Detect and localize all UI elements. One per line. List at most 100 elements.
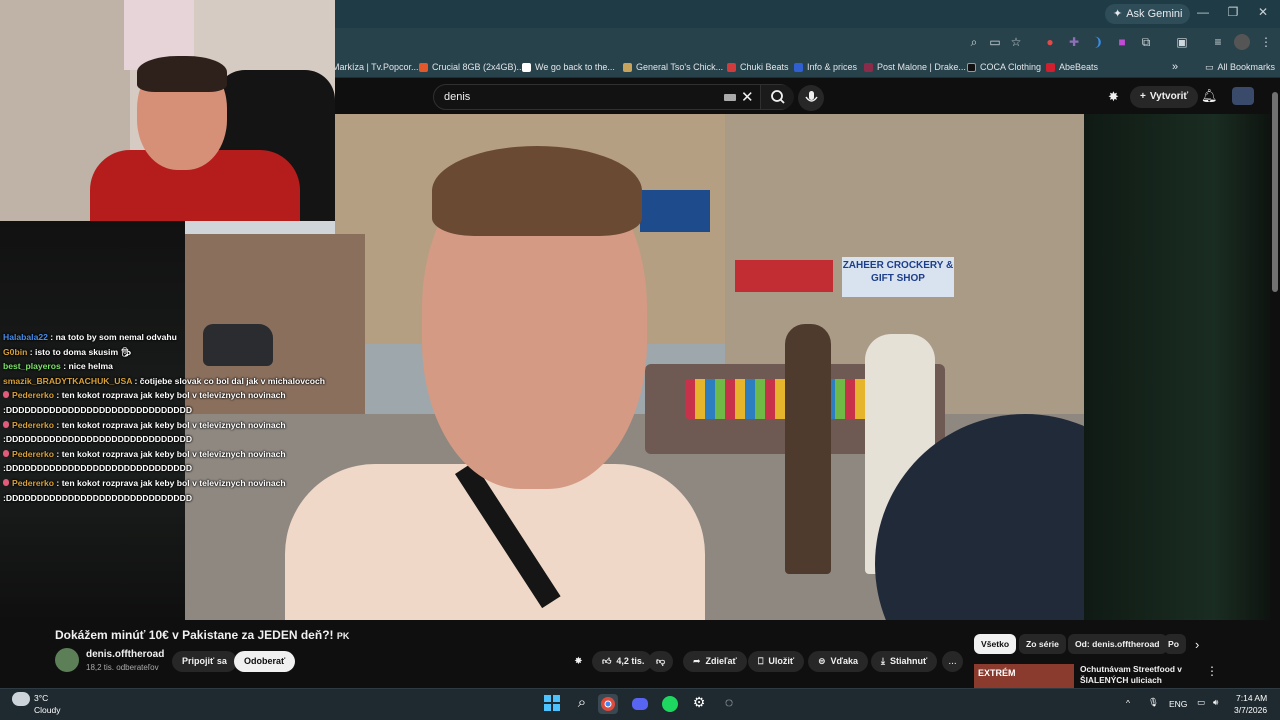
gemini-sparkle-icon[interactable]: ✸ bbox=[1108, 90, 1122, 104]
clock-date[interactable]: 3/7/2026 bbox=[1234, 705, 1267, 715]
scroll-thumb[interactable] bbox=[1272, 92, 1278, 292]
bookmark-item[interactable]: COCA Clothing bbox=[967, 59, 1041, 75]
search-input[interactable] bbox=[444, 85, 714, 109]
subscribe-button[interactable]: Odoberať bbox=[234, 651, 296, 672]
bookmark-item[interactable]: Info & prices bbox=[794, 59, 857, 75]
microphone-tray-icon[interactable]: 🎙︎ bbox=[1148, 697, 1159, 708]
channel-name[interactable]: denis.offtheroad bbox=[86, 649, 164, 660]
weather-temperature[interactable]: 3°C bbox=[34, 693, 48, 703]
recommendation-thumbnail[interactable]: EXTRÉM bbox=[974, 664, 1074, 688]
bookmark-item[interactable]: Markíza | Tv.Popcor... bbox=[332, 59, 419, 75]
chat-message: Halabala22 : na toto by som nemal odvahu bbox=[3, 332, 177, 342]
app-icon[interactable]: ◌ bbox=[719, 694, 739, 714]
share-button[interactable]: ➦ Zdieľať bbox=[683, 651, 747, 672]
chat-text: isto to doma skusim bbox=[35, 346, 119, 357]
share-icon: ➦ bbox=[693, 656, 701, 666]
video-frame bbox=[432, 146, 642, 236]
bookmark-favicon-icon bbox=[1046, 62, 1055, 72]
chip-series[interactable]: Zo série bbox=[1019, 634, 1066, 654]
page-scrollbar[interactable] bbox=[1270, 78, 1280, 686]
bookmark-favicon-icon bbox=[623, 62, 632, 72]
folder-icon: ▭ bbox=[1205, 62, 1214, 72]
zoom-icon[interactable]: ⌕ bbox=[966, 34, 982, 50]
chip-from-channel[interactable]: Od: denis.offtheroad bbox=[1068, 634, 1167, 654]
tray-overflow-icon[interactable]: ^ bbox=[1126, 698, 1130, 708]
emote-icon: 🕵︎ bbox=[120, 346, 132, 357]
save-button[interactable]: ⎕ Uložiť bbox=[748, 651, 805, 672]
minimize-icon[interactable]: — bbox=[1188, 5, 1218, 19]
chat-username: Halabala22 bbox=[3, 332, 48, 342]
bookmark-item[interactable]: Chuki Beats bbox=[727, 59, 789, 75]
voice-search-button[interactable] bbox=[798, 85, 824, 111]
join-button[interactable]: Pripojiť sa bbox=[172, 651, 237, 672]
create-button[interactable]: + Vytvoriť bbox=[1130, 86, 1199, 108]
cast-icon[interactable]: ▭ bbox=[987, 34, 1003, 50]
ask-gemini-button[interactable]: ✦ Ask Gemini bbox=[1105, 4, 1191, 24]
subscriber-count: 18,2 tis. odberateľov bbox=[86, 663, 159, 672]
chat-message: Pedererko : ten kokot rozprava jak keby … bbox=[3, 418, 333, 433]
maximize-icon[interactable]: ❐ bbox=[1218, 5, 1248, 19]
bookmark-item[interactable]: AbeBeats bbox=[1046, 59, 1098, 75]
chat-text: ten kokot rozprava jak keby bol v televi… bbox=[61, 477, 286, 488]
recommendation-menu-icon[interactable]: ⋮ bbox=[1206, 664, 1218, 678]
extension-icon[interactable]: ❩ bbox=[1090, 34, 1106, 50]
chat-message: Pedererko : ten kokot rozprava jak keby … bbox=[3, 388, 333, 403]
clear-search-icon[interactable]: ✕ bbox=[741, 88, 754, 106]
chat-username: Pedererko bbox=[12, 477, 55, 488]
bookmark-item[interactable]: We go back to the... bbox=[522, 59, 615, 75]
chat-message-continuation: :DDDDDDDDDDDDDDDDDDDDDDDDDDDDDD bbox=[3, 404, 193, 415]
side-panel-icon[interactable]: ▣ bbox=[1174, 34, 1190, 50]
chat-message-continuation: :DDDDDDDDDDDDDDDDDDDDDDDDDDDDDD bbox=[3, 492, 193, 503]
language-indicator[interactable]: ENG bbox=[1169, 699, 1187, 709]
notifications-bell-icon[interactable]: 🔔︎ bbox=[1201, 88, 1218, 104]
bookmark-star-icon[interactable]: ☆ bbox=[1008, 34, 1024, 50]
media-controls-icon[interactable]: ≡ bbox=[1210, 34, 1226, 50]
spotify-icon[interactable] bbox=[660, 694, 680, 714]
steam-icon[interactable]: ⚙ bbox=[689, 694, 709, 714]
search-icon[interactable]: ⌕ bbox=[572, 694, 592, 714]
windows-start-icon[interactable] bbox=[543, 694, 563, 714]
chat-text: ten kokot rozprava jak keby bol v televi… bbox=[61, 390, 286, 401]
account-avatar[interactable] bbox=[1232, 87, 1254, 105]
bookmark-item[interactable]: Post Malone | Drake... bbox=[864, 59, 966, 75]
video-frame bbox=[735, 260, 833, 292]
chrome-menu-icon[interactable]: ⋮ bbox=[1258, 34, 1274, 50]
all-bookmarks-button[interactable]: ▭ All Bookmarks bbox=[1205, 59, 1275, 75]
chip-all[interactable]: Všetko bbox=[974, 634, 1017, 654]
profile-avatar-icon[interactable] bbox=[1234, 34, 1250, 50]
channel-avatar[interactable] bbox=[55, 648, 79, 672]
bookmark-item[interactable]: Crucial 8GB (2x4GB)... bbox=[419, 59, 524, 75]
network-icon[interactable]: ▭ bbox=[1197, 697, 1205, 708]
search-button[interactable] bbox=[760, 85, 794, 109]
chat-text: nice helma bbox=[68, 361, 113, 372]
plus-icon: + bbox=[1140, 91, 1146, 102]
more-actions-button[interactable]: ... bbox=[942, 651, 963, 672]
keyboard-icon[interactable] bbox=[724, 94, 736, 101]
bookmarks-overflow-button[interactable]: » bbox=[1172, 59, 1178, 75]
chat-text: ten kokot rozprava jak keby bol v televi… bbox=[61, 448, 286, 459]
chat-message-continuation: :DDDDDDDDDDDDDDDDDDDDDDDDDDDDDD bbox=[3, 463, 193, 474]
thanks-button[interactable]: ⊜ Vďaka bbox=[808, 651, 869, 672]
chevron-right-icon[interactable]: › bbox=[1195, 637, 1199, 652]
extension-icon[interactable]: ■ bbox=[1114, 34, 1130, 50]
like-button[interactable]: 👍︎ 4,2 tis. bbox=[592, 651, 653, 672]
extension-icon[interactable]: ● bbox=[1042, 34, 1058, 50]
cloud-icon[interactable] bbox=[12, 692, 30, 706]
volume-icon[interactable]: 🔊︎ bbox=[1213, 697, 1218, 708]
chip-partial[interactable]: Po bbox=[1164, 634, 1186, 654]
ask-ai-icon[interactable]: ✸ bbox=[568, 651, 589, 672]
search-icon bbox=[771, 90, 785, 104]
dislike-button[interactable]: 👎︎ bbox=[648, 651, 674, 672]
close-icon[interactable]: ✕ bbox=[1248, 5, 1278, 19]
discord-icon[interactable] bbox=[630, 694, 650, 714]
extensions-puzzle-icon[interactable]: ⧉ bbox=[1138, 34, 1154, 50]
video-shop-sign: ZAHEER CROCKERY & GIFT SHOP bbox=[842, 257, 954, 297]
chat-username: smazik_BRADYTKACHUK_USA bbox=[3, 375, 133, 386]
extension-icon[interactable]: ✚ bbox=[1066, 34, 1082, 50]
weather-description[interactable]: Cloudy bbox=[34, 705, 60, 715]
bookmark-favicon-icon bbox=[864, 62, 873, 72]
clock-time[interactable]: 7:14 AM bbox=[1236, 693, 1267, 703]
chrome-taskbar-icon[interactable] bbox=[598, 694, 618, 714]
bookmark-item[interactable]: General Tso's Chick... bbox=[623, 59, 723, 75]
download-button[interactable]: ⤓ Stiahnuť bbox=[871, 651, 938, 672]
